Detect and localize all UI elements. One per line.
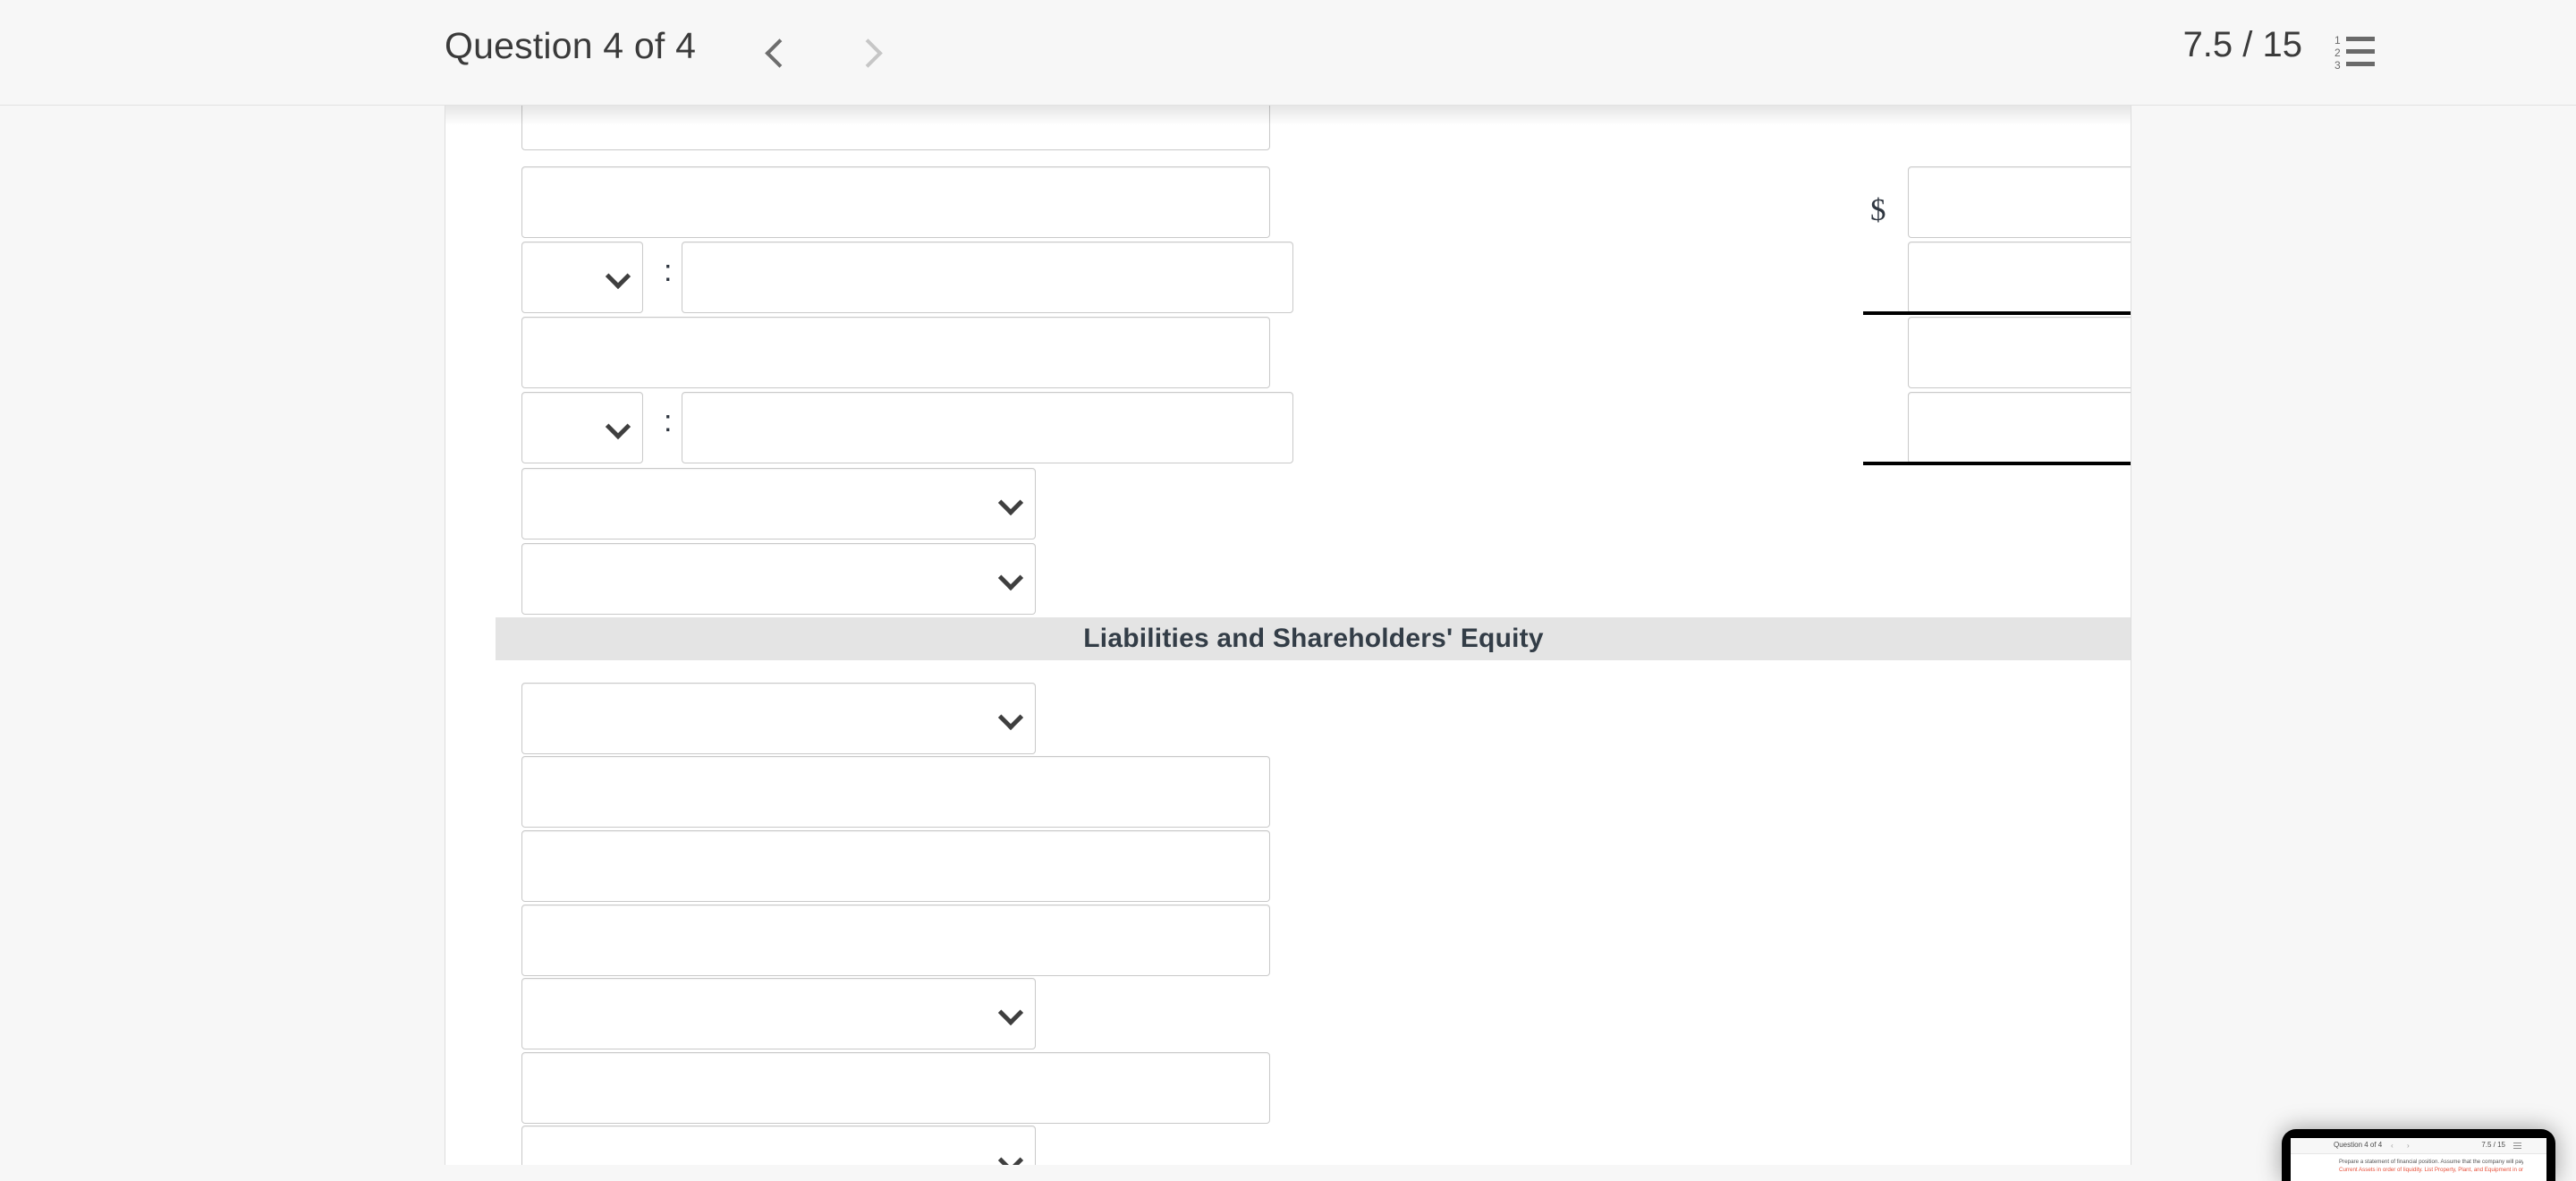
app-root: Question 4 of 4 7.5 / 15 1 2 3 $:: Lia… [0, 0, 2576, 1181]
section-header-label: Liabilities and Shareholders' Equity [1083, 624, 1544, 653]
chevron-down-icon [605, 263, 631, 290]
account-name-input[interactable] [682, 392, 1293, 463]
total-rule [1863, 462, 2131, 465]
account-category-select[interactable] [521, 1126, 1036, 1165]
ratio-separator: : [664, 404, 673, 438]
chevron-down-icon [997, 565, 1024, 591]
chevron-down-icon [997, 704, 1024, 731]
account-category-select[interactable] [521, 543, 1036, 615]
ratio-numerator-select[interactable] [521, 392, 643, 463]
page-title: Question 4 of 4 [445, 25, 697, 66]
ratio-separator: : [664, 254, 673, 288]
pip-chevron-left-icon: ‹ [2391, 1142, 2394, 1150]
question-header-bar: Question 4 of 4 7.5 / 15 1 2 3 [0, 0, 2576, 106]
currency-symbol: $ [1870, 192, 1886, 227]
svg-text:1: 1 [2334, 34, 2341, 47]
question-list-button[interactable]: 1 2 3 [2334, 30, 2377, 73]
next-question-button[interactable] [845, 27, 895, 79]
amount-input[interactable] [1908, 392, 2131, 463]
pip-prompt-text: Prepare a statement of financial positio… [2339, 1158, 2523, 1175]
chevron-left-icon [764, 38, 794, 68]
numbered-list-icon: 1 2 3 [2334, 34, 2375, 72]
account-category-select[interactable] [521, 978, 1036, 1049]
prev-question-button[interactable] [751, 27, 801, 79]
pip-chevron-right-icon: › [2407, 1142, 2410, 1150]
account-name-input[interactable] [521, 756, 1270, 828]
account-name-input[interactable] [521, 166, 1270, 238]
ratio-numerator-select[interactable] [521, 242, 643, 313]
pip-numbered-list-icon [2513, 1143, 2521, 1150]
account-name-input[interactable] [521, 830, 1270, 902]
chevron-down-icon [997, 489, 1024, 516]
chevron-down-icon [997, 999, 1024, 1026]
section-header-liabilities: Liabilities and Shareholders' Equity [496, 617, 2131, 660]
pip-prompt-line-2: Current Assets in order of liquidity. Li… [2339, 1167, 2523, 1174]
pip-score-display: 7.5 / 15 [2481, 1141, 2505, 1149]
account-category-select[interactable] [521, 468, 1036, 540]
amount-input[interactable] [1908, 242, 2131, 313]
chevron-right-icon [852, 38, 883, 68]
amount-input[interactable] [1908, 317, 2131, 388]
chevron-down-icon [605, 413, 631, 440]
pip-page-title: Question 4 of 4 [2334, 1141, 2383, 1149]
svg-text:2: 2 [2334, 47, 2341, 59]
account-category-select[interactable] [521, 683, 1036, 754]
chevron-down-icon [997, 1147, 1024, 1165]
svg-text:3: 3 [2334, 59, 2341, 72]
amount-input[interactable] [1908, 166, 2131, 238]
account-name-input[interactable] [521, 317, 1270, 388]
score-display: 7.5 / 15 [2182, 25, 2302, 64]
pip-header-bar: Question 4 of 4 ‹ › 7.5 / 15 [2291, 1138, 2546, 1154]
account-name-input[interactable] [521, 106, 1270, 150]
account-name-input[interactable] [682, 242, 1293, 313]
question-body: $ : : Liabilities and Shareholders' Equi… [0, 106, 2576, 1165]
account-name-input[interactable] [521, 905, 1270, 976]
picture-in-picture-preview[interactable]: Question 4 of 4 ‹ › 7.5 / 15 Prepare a s… [2282, 1129, 2555, 1181]
pip-screen: Question 4 of 4 ‹ › 7.5 / 15 Prepare a s… [2291, 1138, 2546, 1181]
account-name-input[interactable] [521, 1052, 1270, 1124]
subtotal-rule [1863, 311, 2131, 315]
worksheet-panel: $ : : Liabilities and Shareholders' Equi… [445, 106, 2131, 1165]
